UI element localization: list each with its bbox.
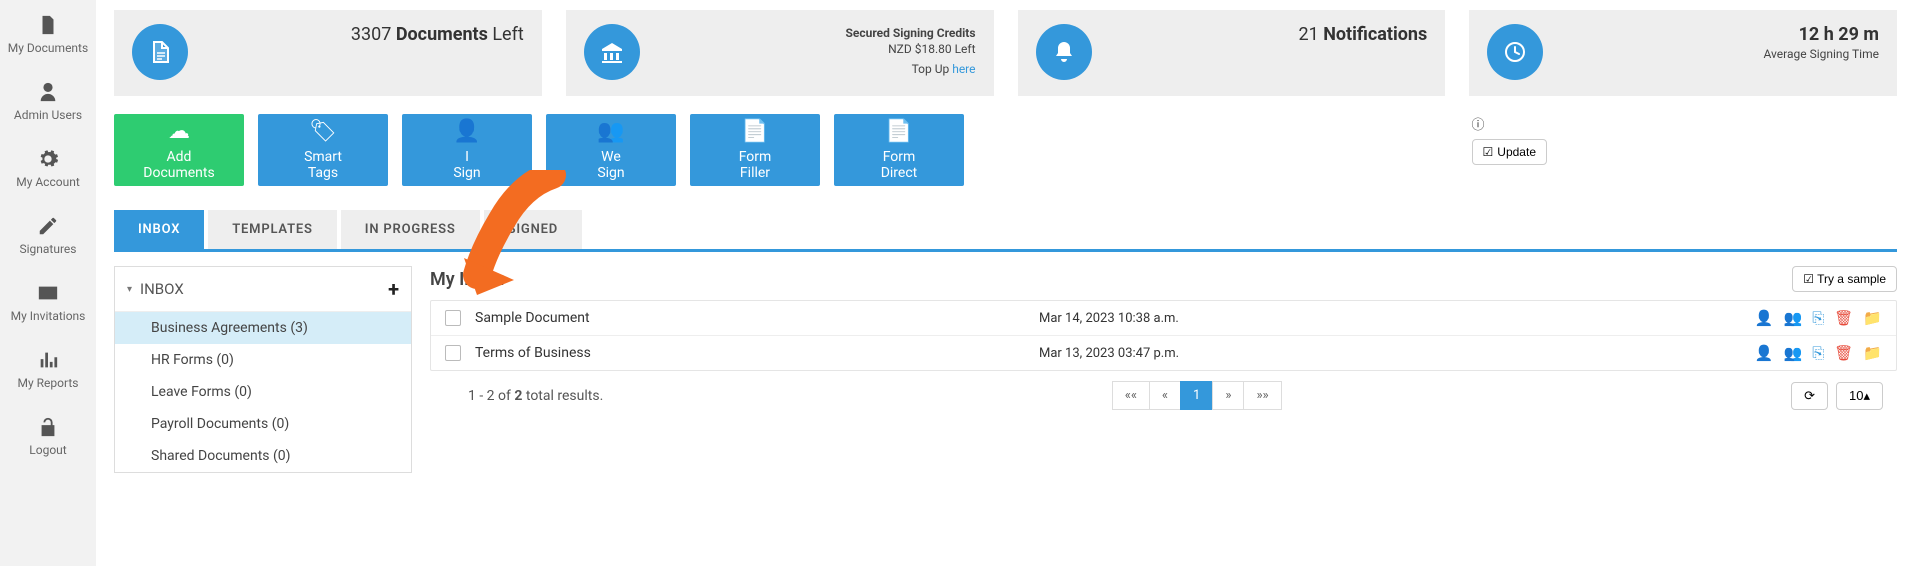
delete-icon[interactable]: 🗑 (1834, 309, 1853, 327)
pager: «««1»»» (1113, 381, 1282, 410)
copy-icon[interactable]: ⎘ (1812, 309, 1824, 327)
folder-icon[interactable]: 📁 (1863, 309, 1882, 327)
page-»»[interactable]: »» (1243, 381, 1281, 410)
tile-form-direct[interactable]: 📄FormDirect (834, 114, 964, 186)
page-««[interactable]: «« (1112, 381, 1150, 410)
delete-icon[interactable]: 🗑 (1834, 344, 1853, 362)
gear-icon (37, 146, 59, 171)
action-tiles: ☁AddDocuments🏷SmartTags👤ISign👥WeSign📄For… (114, 114, 964, 186)
notif-label: Notifications (1323, 24, 1427, 45)
doc-name[interactable]: Terms of Business (475, 345, 1025, 361)
tab-templates[interactable]: TEMPLATES (208, 210, 337, 249)
user-icon[interactable]: 👤 (1755, 344, 1774, 362)
doc-date: Mar 13, 2023 03:47 p.m. (1039, 346, 1741, 361)
rail-signatures[interactable]: Signatures (0, 201, 96, 268)
users-icon[interactable]: 👥 (1784, 309, 1803, 327)
folder-item[interactable]: Business Agreements (3) (115, 312, 411, 344)
tab-signed[interactable]: SIGNED (484, 210, 582, 249)
tile-icon: 👤 (453, 119, 480, 144)
rail-my-documents[interactable]: My Documents (0, 0, 96, 67)
tab-inbox[interactable]: INBOX (114, 210, 204, 249)
document-list: Sample Document Mar 14, 2023 10:38 a.m. 👤 👥… (430, 300, 1897, 371)
folder-icon[interactable]: 📁 (1863, 344, 1882, 362)
folder-panel: ▾ INBOX + Business Agreements (3)HR Form… (114, 266, 412, 473)
avg-time-label: Average Signing Time (1764, 47, 1879, 61)
row-checkbox[interactable] (445, 310, 461, 326)
refresh-button[interactable]: ⟳ (1791, 382, 1828, 410)
pagesize-select[interactable]: 10▴ (1836, 382, 1883, 410)
tile-icon: 📄 (885, 119, 912, 144)
docs-count: 3307 (351, 24, 391, 45)
credits-card: Secured Signing Credits NZD $18.80 Left … (566, 10, 994, 96)
rail-my-invitations[interactable]: My Invitations (0, 268, 96, 335)
clock-icon (1487, 24, 1543, 80)
inbox-panel: My Inbox ☑ Try a sample Sample Document M… (430, 266, 1897, 473)
tile-i-sign[interactable]: 👤ISign (402, 114, 532, 186)
bell-icon (1036, 24, 1092, 80)
notif-count: 21 (1298, 24, 1318, 45)
summary-cards: 3307 Documents Left Secured Signing Cred… (114, 10, 1897, 96)
folder-item[interactable]: Leave Forms (0) (115, 376, 411, 408)
results-count: 1 - 2 of 2 total results. (468, 388, 603, 404)
tile-icon: 🏷 (309, 119, 337, 144)
bank-icon (584, 24, 640, 80)
folder-item[interactable]: Payroll Documents (0) (115, 408, 411, 440)
pencil-icon (37, 213, 59, 238)
inbox-title: My Inbox (430, 269, 504, 290)
unlock-icon (37, 414, 59, 439)
add-folder-button[interactable]: + (388, 277, 399, 301)
documents-left-card: 3307 Documents Left (114, 10, 542, 96)
folder-header-label: INBOX (140, 280, 184, 298)
tile-add-documents[interactable]: ☁AddDocuments (114, 114, 244, 186)
rail-admin-users[interactable]: Admin Users (0, 67, 96, 134)
info-icon[interactable]: ⓘ (1472, 114, 1485, 133)
copy-icon[interactable]: ⎘ (1812, 344, 1824, 362)
tile-icon: 👥 (597, 119, 624, 144)
users-icon[interactable]: 👥 (1784, 344, 1803, 362)
chart-icon (37, 347, 59, 372)
actions-row: ☁AddDocuments🏷SmartTags👤ISign👥WeSign📄For… (114, 114, 1897, 186)
tile-icon: 📄 (741, 119, 768, 144)
rail-my-account[interactable]: My Account (0, 134, 96, 201)
row-checkbox[interactable] (445, 345, 461, 361)
tile-we-sign[interactable]: 👥WeSign (546, 114, 676, 186)
tab-in-progress[interactable]: IN PROGRESS (341, 210, 480, 249)
collapse-icon: ▾ (127, 284, 132, 295)
docs-label-bold: Documents (396, 24, 488, 45)
signing-time-card: 12 h 29 m Average Signing Time (1469, 10, 1897, 96)
page-»[interactable]: » (1212, 381, 1244, 410)
credits-amount: NZD $18.80 Left (888, 42, 975, 56)
file-icon (132, 24, 188, 80)
doc-date: Mar 14, 2023 10:38 a.m. (1039, 311, 1741, 326)
topup-link[interactable]: here (952, 62, 975, 76)
folder-item[interactable]: HR Forms (0) (115, 344, 411, 376)
user-icon[interactable]: 👤 (1755, 309, 1774, 327)
tile-icon: ☁ (168, 119, 190, 144)
folder-header[interactable]: ▾ INBOX + (115, 267, 411, 312)
docs-label-suffix: Left (492, 24, 523, 45)
document-row: Sample Document Mar 14, 2023 10:38 a.m. 👤 👥… (431, 301, 1896, 336)
file-icon (37, 12, 59, 37)
envelope-icon (37, 280, 59, 305)
tile-smart-tags[interactable]: 🏷SmartTags (258, 114, 388, 186)
page-«[interactable]: « (1149, 381, 1181, 410)
doc-tabs: INBOXTEMPLATESIN PROGRESSSIGNED (114, 210, 1897, 252)
tile-form-filler[interactable]: 📄FormFiller (690, 114, 820, 186)
folder-item[interactable]: Shared Documents (0) (115, 440, 411, 472)
rail-logout[interactable]: Logout (0, 402, 96, 469)
credits-title: Secured Signing Credits (845, 26, 975, 40)
rail-my-reports[interactable]: My Reports (0, 335, 96, 402)
user-icon (37, 79, 59, 104)
main-content: 3307 Documents Left Secured Signing Cred… (96, 0, 1915, 566)
page-1[interactable]: 1 (1180, 381, 1213, 410)
update-button[interactable]: ☑ Update (1472, 139, 1547, 165)
doc-name[interactable]: Sample Document (475, 310, 1025, 326)
try-sample-button[interactable]: ☑ Try a sample (1792, 266, 1897, 292)
left-rail: My DocumentsAdmin UsersMy AccountSignatu… (0, 0, 96, 566)
document-row: Terms of Business Mar 13, 2023 03:47 p.m.… (431, 336, 1896, 370)
topup-label: Top Up (912, 62, 953, 76)
avg-time: 12 h 29 m (1799, 24, 1879, 45)
notifications-card: 21 Notifications (1018, 10, 1446, 96)
